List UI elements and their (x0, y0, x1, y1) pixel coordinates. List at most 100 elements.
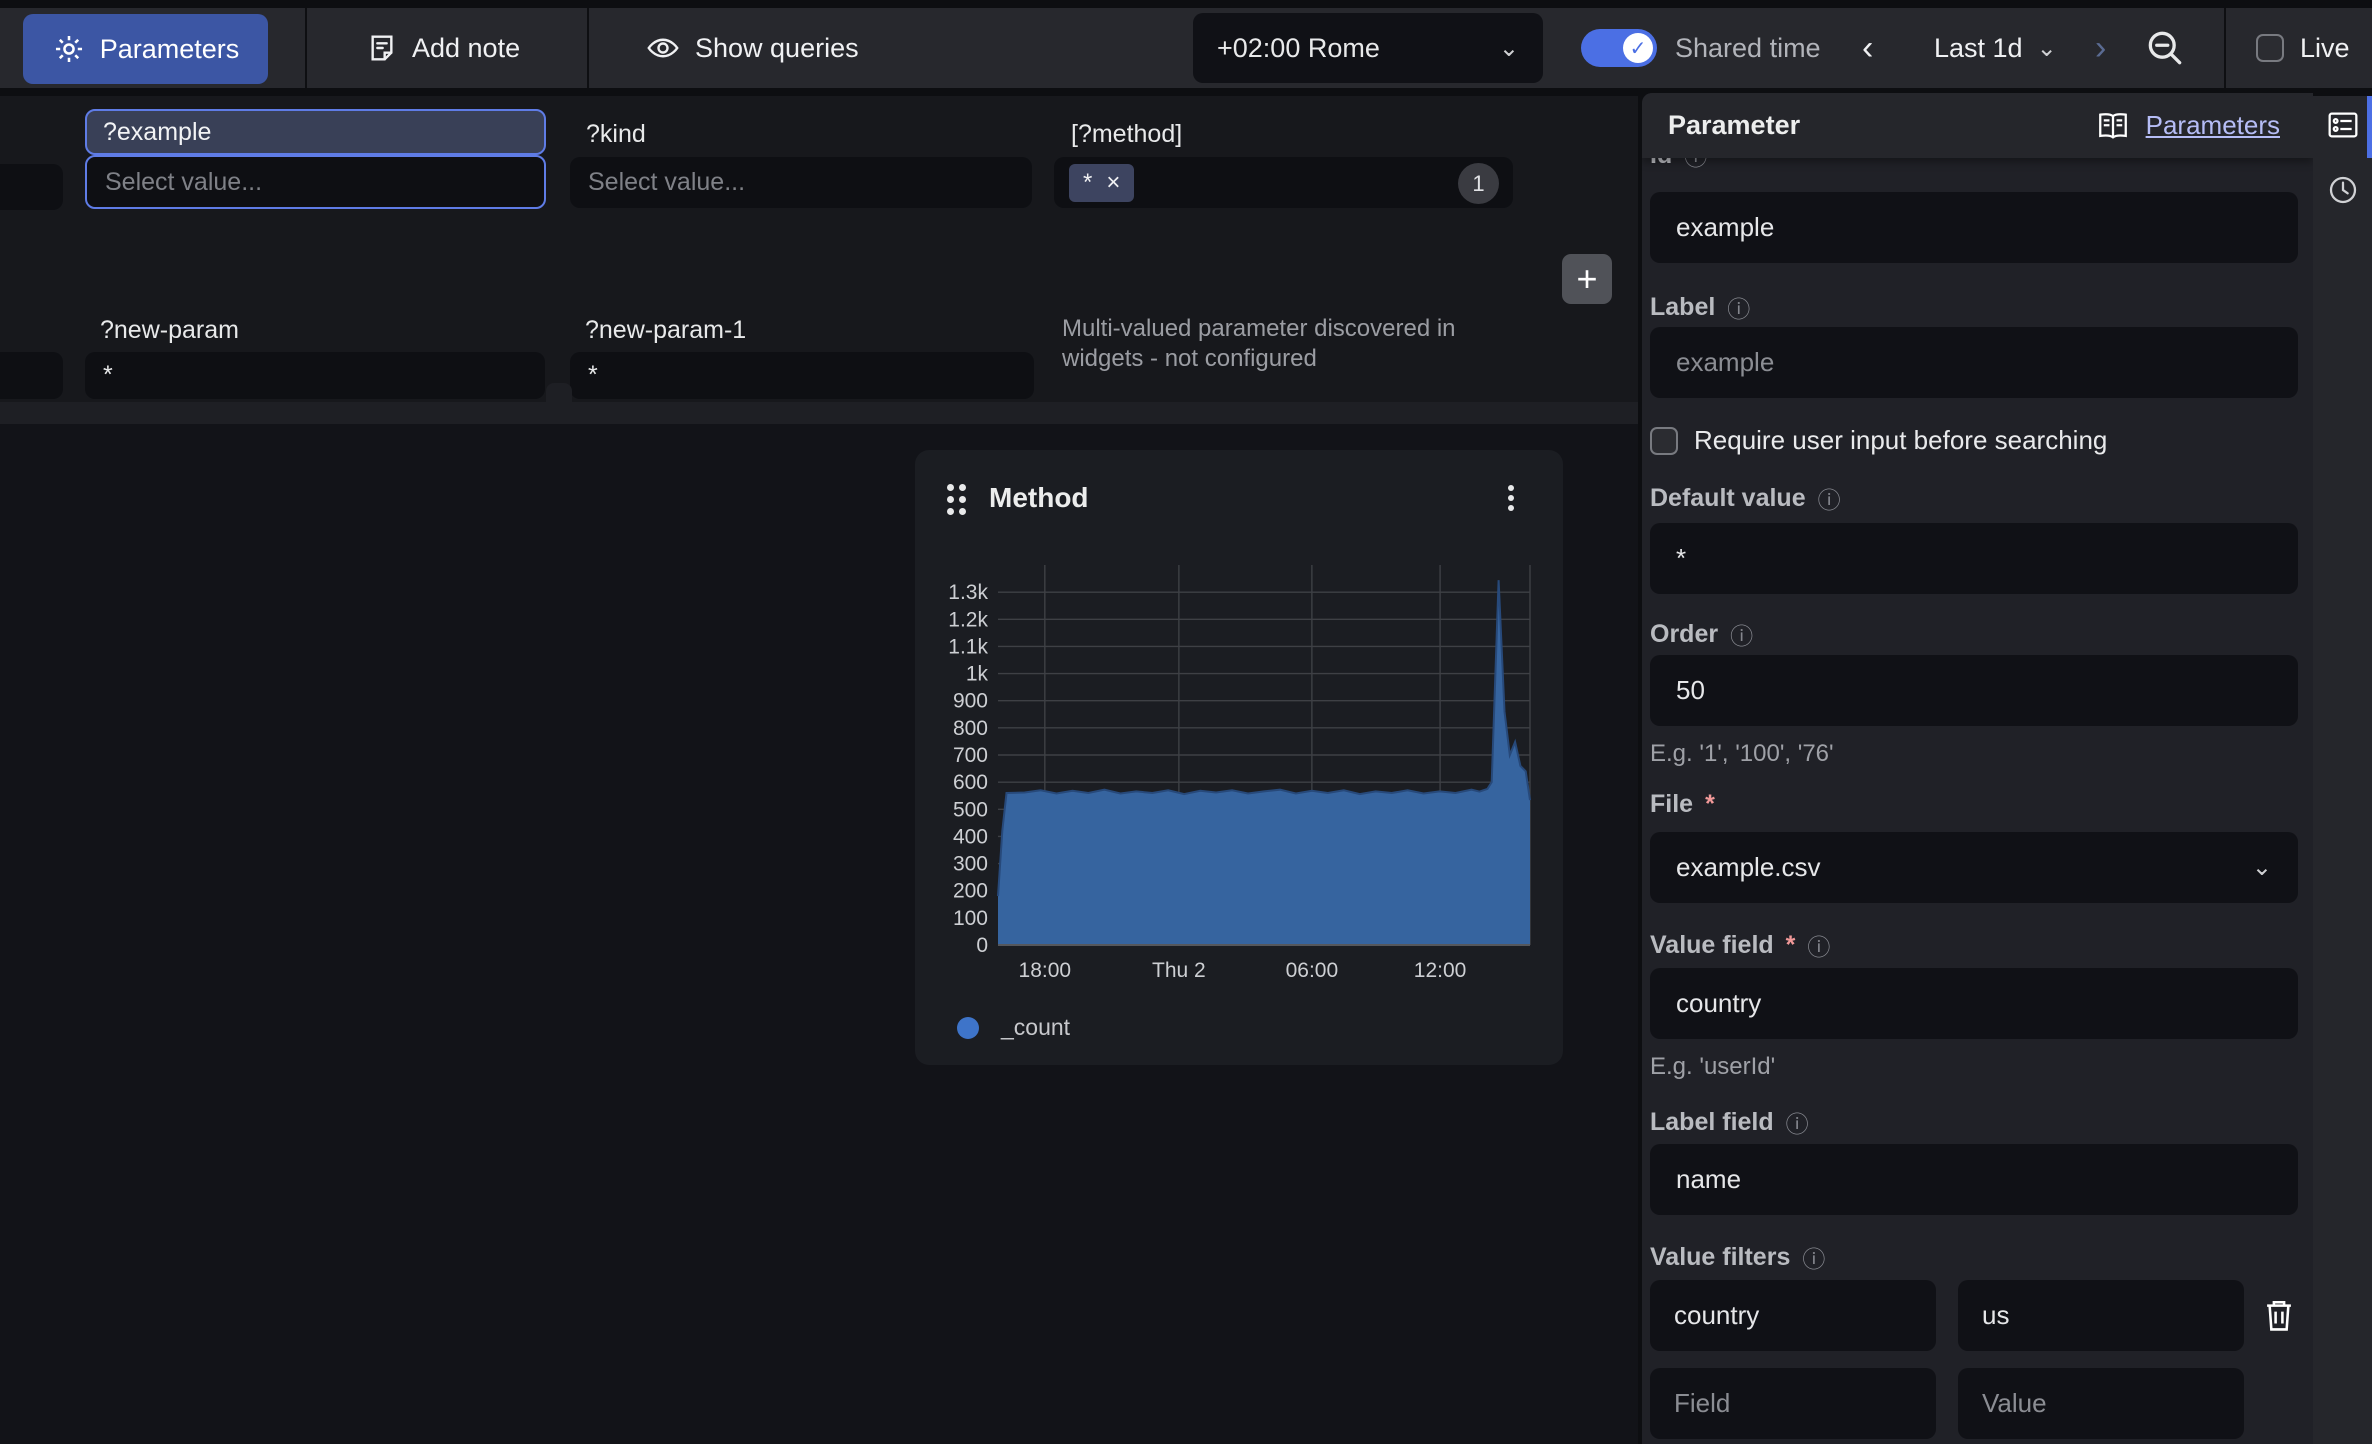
panel-header: Parameter Parameters (1642, 93, 2313, 158)
svg-text:0: 0 (976, 934, 988, 957)
file-label: File* (1650, 790, 1715, 819)
filter-value-input[interactable] (1958, 1368, 2244, 1439)
value-field-input[interactable] (1650, 968, 2298, 1039)
svg-text:1k: 1k (966, 663, 989, 686)
chart-legend[interactable]: _count (957, 1014, 1070, 1041)
parameter-bar-bottom-band (0, 402, 1638, 424)
zoom-out-button[interactable] (2143, 26, 2187, 70)
method-value-chip[interactable]: * × (1069, 164, 1134, 202)
svg-text:1.1k: 1.1k (948, 635, 988, 658)
param-example-name: ?example (103, 118, 211, 147)
info-icon: ⓘ (1807, 928, 1830, 962)
svg-text:500: 500 (953, 798, 988, 821)
time-back-button[interactable]: ‹ (1862, 8, 1873, 88)
active-panel-indicator (2367, 96, 2372, 158)
method-chart-widget: Method 01002003004005006007008009001k1.1… (915, 450, 1563, 1065)
chip-remove-icon[interactable]: × (1106, 169, 1120, 197)
dashboard-canvas: Method 01002003004005006007008009001k1.1… (0, 424, 1638, 1444)
clipped-param-input[interactable] (0, 164, 63, 210)
legend-series-label: _count (1001, 1014, 1070, 1041)
filter-field-input[interactable] (1650, 1368, 1936, 1439)
book-icon (2096, 111, 2130, 141)
param-kind-name: ?kind (586, 120, 646, 149)
param-new-param-1-input[interactable] (570, 352, 1034, 399)
param-method-name: [?method] (1071, 120, 1182, 149)
label-field2-input[interactable] (1650, 1144, 2298, 1215)
info-icon: ⓘ (1786, 1105, 1809, 1139)
svg-text:06:00: 06:00 (1286, 959, 1339, 982)
toolbar-divider (2224, 8, 2226, 88)
filter-field-input[interactable] (1650, 1280, 1936, 1351)
parameters-panel-tab[interactable] (2327, 110, 2359, 143)
show-queries-button[interactable]: Show queries (645, 8, 859, 88)
filter-value-input[interactable] (1958, 1280, 2244, 1351)
label-input[interactable] (1650, 327, 2298, 398)
info-icon: ⓘ (1802, 1240, 1825, 1274)
id-input[interactable] (1650, 192, 2298, 263)
param-example-input[interactable] (85, 155, 546, 209)
add-parameter-button[interactable]: + (1562, 254, 1612, 304)
param-example-label-box[interactable]: ?example (85, 109, 546, 155)
order-hint: E.g. '1', '100', '76' (1650, 740, 1834, 768)
time-forward-button[interactable]: › (2095, 8, 2106, 88)
svg-text:100: 100 (953, 907, 988, 930)
svg-text:Thu 2: Thu 2 (1152, 959, 1206, 982)
parameters-panel-link[interactable]: Parameters (2096, 110, 2280, 141)
parameter-bar-handle[interactable] (546, 383, 572, 403)
form-panel-icon (2327, 110, 2359, 140)
svg-text:600: 600 (953, 771, 988, 794)
svg-text:18:00: 18:00 (1019, 959, 1072, 982)
param-new-param-name: ?new-param (100, 316, 239, 345)
zoom-out-icon (2143, 26, 2187, 70)
order-input[interactable] (1650, 655, 2298, 726)
live-label: Live (2300, 8, 2350, 88)
param-kind-input[interactable] (570, 157, 1032, 208)
right-icon-strip (2313, 96, 2372, 1444)
trash-icon (2262, 1296, 2296, 1334)
default-value-input[interactable] (1650, 523, 2298, 594)
info-icon: ⓘ (1727, 290, 1750, 324)
svg-text:12:00: 12:00 (1414, 959, 1467, 982)
chevron-down-icon: ⌄ (1499, 34, 1519, 63)
gear-icon (52, 32, 86, 66)
clipped-param-input[interactable] (0, 352, 63, 399)
require-input-checkbox[interactable] (1650, 427, 1678, 455)
svg-text:200: 200 (953, 880, 988, 903)
delete-filter-button[interactable] (2262, 1296, 2296, 1337)
parameters-button[interactable]: Parameters (23, 14, 268, 84)
show-queries-label: Show queries (695, 33, 859, 64)
timezone-select[interactable]: +02:00 Rome ⌄ (1193, 13, 1543, 83)
method-note: Multi-valued parameter discovered in wid… (1062, 314, 1542, 374)
toolbar-divider (305, 8, 307, 88)
chevron-down-icon: ⌄ (2252, 853, 2272, 882)
add-note-button[interactable]: Add note (366, 8, 520, 88)
time-range-value: Last 1d (1934, 33, 2023, 64)
top-toolbar: Parameters Add note Show queries (0, 8, 2372, 88)
file-select[interactable]: example.csv ⌄ (1650, 832, 2298, 903)
file-select-value: example.csv (1676, 852, 1821, 883)
svg-text:400: 400 (953, 825, 988, 848)
panel-title: Parameter (1668, 110, 1800, 141)
chevron-down-icon: ⌄ (2037, 34, 2057, 63)
toolbar-divider (587, 8, 589, 88)
toggle-check-icon: ✓ (1623, 33, 1653, 63)
value-filters-label: Value filtersⓘ (1650, 1240, 1825, 1274)
param-new-param-input[interactable] (85, 352, 545, 399)
parameter-bar: ?example ?kind [?method] * × 1 Multi-val… (0, 96, 1638, 402)
value-field-label: Value field* ⓘ (1650, 928, 1830, 962)
default-value-label: Default valueⓘ (1650, 481, 1841, 515)
svg-text:900: 900 (953, 690, 988, 713)
order-label: Orderⓘ (1650, 617, 1753, 651)
value-field-hint: E.g. 'userId' (1650, 1053, 1775, 1081)
time-range-button[interactable]: Last 1d ⌄ (1934, 8, 2057, 88)
param-method-input[interactable]: * × 1 (1054, 157, 1513, 208)
dashboard-screen: Parameters Add note Show queries (0, 0, 2372, 1444)
label-field2-label: Label fieldⓘ (1650, 1105, 1809, 1139)
shared-time-toggle[interactable]: ✓ (1581, 29, 1657, 67)
legend-dot-icon (957, 1017, 979, 1039)
live-checkbox[interactable] (2256, 34, 2284, 62)
info-icon: ⓘ (1818, 481, 1841, 515)
area-chart[interactable]: 01002003004005006007008009001k1.1k1.2k1.… (915, 450, 1563, 995)
required-asterisk: * (1786, 931, 1796, 960)
history-panel-tab[interactable] (2327, 174, 2359, 209)
